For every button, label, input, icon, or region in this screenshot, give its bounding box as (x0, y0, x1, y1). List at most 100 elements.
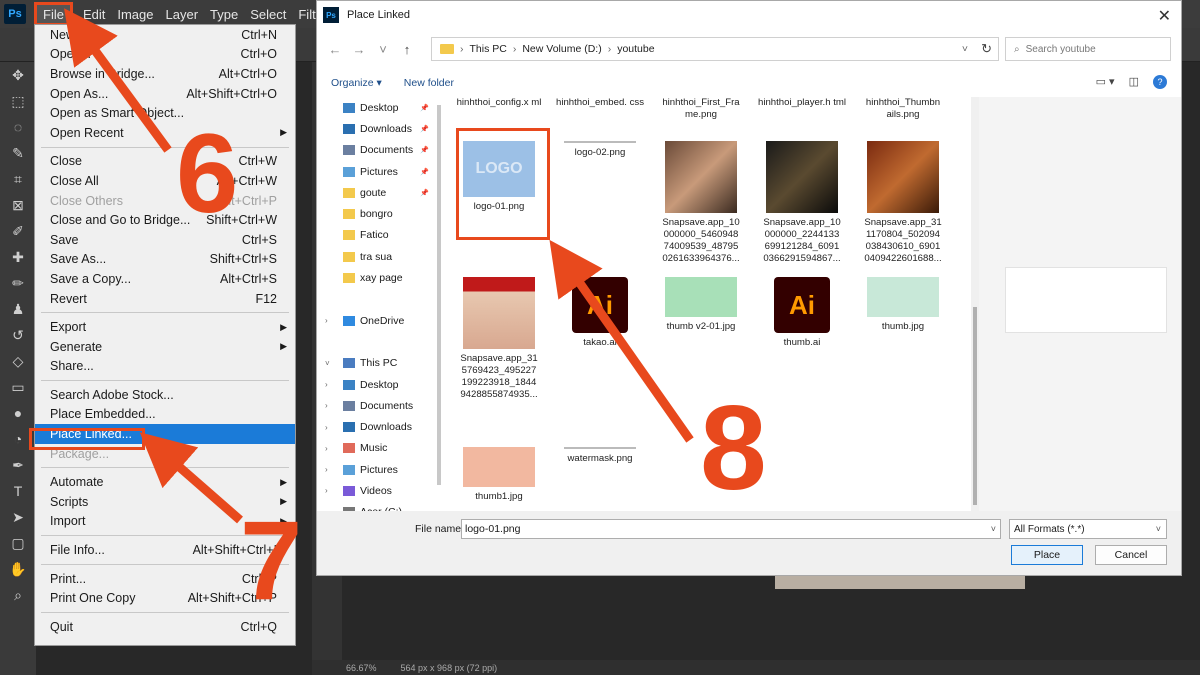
menu-item[interactable]: Save a Copy... Alt+Ctrl+S (35, 269, 295, 289)
menu-file[interactable]: File (34, 2, 73, 26)
file-item[interactable]: watermask.png (550, 447, 650, 465)
chevron-icon[interactable]: › (325, 486, 328, 495)
menu-item[interactable]: Open... Ctrl+O (35, 45, 295, 65)
menu-item[interactable]: Save As... Shift+Ctrl+S (35, 250, 295, 270)
file-item[interactable]: thumb1.jpg (449, 447, 549, 503)
menu-item[interactable]: Automate ▶ (35, 472, 295, 492)
preview-pane-icon[interactable]: ◫ (1129, 75, 1139, 89)
nav-item[interactable]: › Pictures (317, 459, 435, 480)
forward-arrow-icon[interactable]: → (347, 42, 371, 57)
file-item[interactable]: Snapsave.app_31 5769423_495227 199223918… (449, 277, 549, 401)
close-icon[interactable]: ✕ (1158, 6, 1171, 26)
brush-tool-icon[interactable]: ✏ (0, 270, 36, 296)
nav-item[interactable]: Pictures 📌 (317, 161, 435, 182)
menu-item[interactable]: Close All Alt+Ctrl+W (35, 171, 295, 191)
quick-select-icon[interactable]: ✎ (0, 140, 36, 166)
chevron-icon[interactable]: › (325, 316, 328, 325)
file-item[interactable]: Ai thumb.ai (752, 277, 852, 349)
zoom-level[interactable]: 66.67% (346, 663, 377, 673)
crop-tool-icon[interactable]: ⌗ (0, 166, 36, 192)
nav-scrollbar[interactable] (437, 105, 441, 485)
breadcrumb-youtube[interactable]: youtube (617, 43, 654, 55)
file-item[interactable]: hinhthoi_embed. css (550, 97, 650, 109)
type-tool-icon[interactable]: T (0, 478, 36, 504)
hand-tool-icon[interactable]: ✋ (0, 556, 36, 582)
path-select-icon[interactable]: ➤ (0, 504, 36, 530)
file-item[interactable]: hinhthoi_Thumbn ails.png (853, 97, 953, 121)
back-arrow-icon[interactable]: ← (323, 42, 347, 57)
file-format-select[interactable]: All Formats (*.*) ˅ (1009, 519, 1167, 539)
breadcrumb-new-volume[interactable]: New Volume (D:) (522, 43, 601, 55)
chevron-icon[interactable]: › (325, 444, 328, 453)
nav-item[interactable]: › Music (317, 438, 435, 459)
chevron-icon[interactable]: ˅ (325, 359, 330, 368)
menu-item[interactable]: Save Ctrl+S (35, 230, 295, 250)
nav-item[interactable]: › OneDrive (317, 310, 435, 331)
chevron-icon[interactable]: › (325, 401, 328, 410)
stamp-tool-icon[interactable]: ♟ (0, 296, 36, 322)
place-button[interactable]: Place (1011, 545, 1083, 565)
new-folder-button[interactable]: New folder (404, 77, 454, 89)
pen-tool-icon[interactable]: ✒ (0, 452, 36, 478)
nav-item[interactable]: Documents 📌 (317, 140, 435, 161)
move-tool-icon[interactable]: ✥ (0, 62, 36, 88)
address-bar[interactable]: › This PC › New Volume (D:) › youtube ˅ … (431, 37, 999, 61)
menu-item[interactable]: Revert F12 (35, 289, 295, 309)
menu-item[interactable]: Close Ctrl+W (35, 152, 295, 172)
file-item[interactable]: logo-02.png (550, 141, 650, 159)
search-input[interactable]: ⌕ Search youtube (1005, 37, 1171, 61)
view-options-icon[interactable]: ▭ ▾ (1096, 75, 1115, 89)
blur-tool-icon[interactable]: ● (0, 400, 36, 426)
refresh-icon[interactable]: ↻ (981, 41, 992, 57)
organize-button[interactable]: Organize ▾ (331, 77, 382, 89)
menu-item[interactable]: Browse in Bridge... Alt+Ctrl+O (35, 64, 295, 84)
eraser-icon[interactable]: ◇ (0, 348, 36, 374)
nav-item[interactable]: › Documents (317, 395, 435, 416)
nav-item[interactable]: Desktop 📌 (317, 97, 435, 118)
nav-item[interactable]: › Downloads (317, 416, 435, 437)
breadcrumb-this-pc[interactable]: This PC (470, 43, 507, 55)
nav-item[interactable]: Downloads 📌 (317, 118, 435, 139)
frame-tool-icon[interactable]: ⊠ (0, 192, 36, 218)
menu-item[interactable]: Open as Smart Object... (35, 103, 295, 123)
file-name-input[interactable]: logo-01.png ˅ (461, 519, 1001, 539)
menu-item[interactable]: Share... (35, 357, 295, 377)
file-item[interactable]: thumb v2-01.jpg (651, 277, 751, 333)
recent-chevron-icon[interactable]: ˅ (371, 42, 395, 57)
file-item[interactable]: hinhthoi_config.x ml (449, 97, 549, 109)
gradient-icon[interactable]: ▭ (0, 374, 36, 400)
file-item[interactable]: Ai takao.ai (550, 277, 650, 349)
file-item[interactable]: thumb.jpg (853, 277, 953, 333)
file-item[interactable]: Snapsave.app_10 000000_2244133 699121284… (752, 141, 852, 265)
file-item[interactable]: Snapsave.app_31 1170804_502094 038430610… (853, 141, 953, 265)
menu-item[interactable]: Export ▶ (35, 317, 295, 337)
file-item[interactable]: hinhthoi_player.h tml (752, 97, 852, 109)
address-dropdown-icon[interactable]: ˅ (962, 43, 968, 55)
menu-item[interactable]: Open As... Alt+Shift+Ctrl+O (35, 84, 295, 104)
chevron-icon[interactable]: › (325, 380, 328, 389)
menu-item[interactable]: New... Ctrl+N (35, 25, 295, 45)
nav-item[interactable]: tra sua (317, 246, 435, 267)
zoom-tool-icon[interactable]: ⌕ (0, 582, 36, 608)
nav-item[interactable]: › Videos (317, 480, 435, 501)
menu-item[interactable]: Close and Go to Bridge... Shift+Ctrl+W (35, 210, 295, 230)
nav-item[interactable]: Fatico (317, 225, 435, 246)
nav-item[interactable]: bongro (317, 203, 435, 224)
nav-item[interactable]: goute 📌 (317, 182, 435, 203)
eyedropper-icon[interactable]: ✐ (0, 218, 36, 244)
cancel-button[interactable]: Cancel (1095, 545, 1167, 565)
lasso-tool-icon[interactable]: ◌ (0, 114, 36, 140)
help-icon[interactable]: ? (1153, 75, 1167, 89)
rectangle-tool-icon[interactable]: ▢ (0, 530, 36, 556)
file-item[interactable]: hinhthoi_First_Fra me.png (651, 97, 751, 121)
history-brush-icon[interactable]: ↺ (0, 322, 36, 348)
file-scrollbar[interactable] (971, 97, 979, 511)
nav-item[interactable]: xay page (317, 267, 435, 288)
menu-item[interactable]: Open Recent ▶ (35, 123, 295, 143)
healing-brush-icon[interactable]: ✚ (0, 244, 36, 270)
menu-item[interactable]: Generate ▶ (35, 337, 295, 357)
chevron-down-icon[interactable]: ˅ (991, 524, 996, 534)
menu-item[interactable]: Place Embedded... (35, 405, 295, 425)
file-item[interactable]: Snapsave.app_10 000000_5460948 74009539_… (651, 141, 751, 265)
marquee-tool-icon[interactable]: ⬚ (0, 88, 36, 114)
